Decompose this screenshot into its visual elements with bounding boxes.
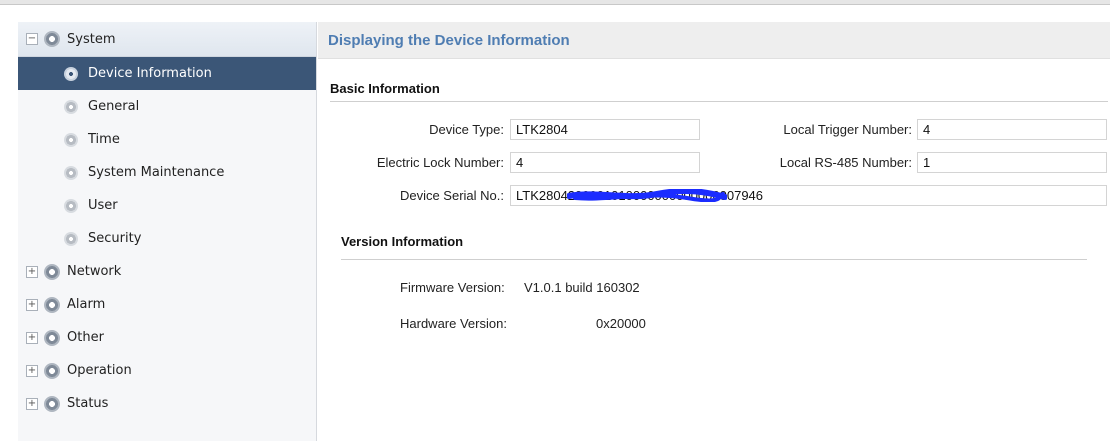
main-panel: Displaying the Device Information Basic …: [318, 22, 1110, 441]
divider: [330, 101, 1108, 102]
sidebar-item-label: System Maintenance: [88, 165, 225, 180]
section-title-version: Version Information: [341, 234, 464, 249]
firmware-version-value: V1.0.1 build 160302: [524, 280, 640, 295]
gear-icon: [64, 66, 78, 81]
device-type-field[interactable]: LTK2804: [510, 119, 700, 140]
local-trigger-field[interactable]: 4: [917, 119, 1107, 140]
electric-lock-field[interactable]: 4: [510, 152, 700, 173]
expand-icon[interactable]: +: [26, 364, 38, 377]
sidebar-item-label: Device Information: [88, 66, 212, 81]
hardware-version-label: Hardware Version:: [400, 316, 507, 331]
tree-node-other[interactable]: + Other: [18, 321, 316, 354]
hardware-version-value: 0x20000: [596, 316, 646, 331]
gear-icon: [64, 198, 78, 213]
tree-node-system[interactable]: − System: [18, 22, 316, 57]
sidebar-item-label: Security: [88, 231, 142, 246]
sidebar-item-general[interactable]: General: [18, 90, 316, 123]
sidebar-nav: − System Device Information General Time…: [18, 22, 317, 441]
electric-lock-label: Electric Lock Number:: [376, 155, 504, 170]
page-title: Displaying the Device Information: [318, 22, 1110, 59]
sidebar-item-security[interactable]: Security: [18, 222, 316, 255]
expand-icon[interactable]: +: [26, 331, 38, 344]
gear-icon: [44, 395, 60, 412]
expand-icon[interactable]: +: [26, 397, 38, 410]
gear-icon: [64, 132, 78, 147]
gear-icon: [44, 329, 60, 346]
tree-node-label: Alarm: [67, 297, 106, 312]
gear-icon: [64, 231, 78, 246]
tree-node-label: Status: [67, 396, 109, 411]
tree-node-label: Network: [67, 264, 122, 279]
sidebar-item-device-information[interactable]: Device Information: [18, 57, 316, 90]
sidebar-item-system-maintenance[interactable]: System Maintenance: [18, 156, 316, 189]
tree-node-label: Other: [67, 330, 104, 345]
tree-node-status[interactable]: + Status: [18, 387, 316, 420]
section-title-basic: Basic Information: [330, 81, 440, 96]
gear-icon: [44, 263, 60, 280]
expand-icon[interactable]: +: [26, 265, 38, 278]
device-serial-field[interactable]: LTK2804209901010000000000000007946: [510, 185, 1107, 206]
sidebar-item-label: User: [88, 198, 118, 213]
tree-node-alarm[interactable]: + Alarm: [18, 288, 316, 321]
top-border: [0, 0, 1110, 5]
sidebar-item-label: Time: [88, 132, 120, 147]
gear-icon: [64, 99, 78, 114]
tree-node-label: System: [67, 31, 116, 47]
local-rs485-label: Local RS-485 Number:: [779, 155, 912, 170]
sidebar-item-user[interactable]: User: [18, 189, 316, 222]
local-trigger-label: Local Trigger Number:: [783, 122, 912, 137]
sidebar-item-time[interactable]: Time: [18, 123, 316, 156]
gear-icon: [44, 31, 60, 47]
tree-node-network[interactable]: + Network: [18, 255, 316, 288]
firmware-version-label: Firmware Version:: [400, 280, 505, 295]
expand-icon[interactable]: +: [26, 298, 38, 311]
local-rs485-field[interactable]: 1: [917, 152, 1107, 173]
gear-icon: [44, 296, 60, 313]
gear-icon: [44, 362, 60, 379]
redaction-scribble: [567, 189, 727, 202]
collapse-icon[interactable]: −: [26, 33, 38, 45]
gear-icon: [64, 165, 78, 180]
divider: [341, 259, 1087, 260]
device-serial-label: Device Serial No.:: [399, 188, 504, 203]
sidebar-item-label: General: [88, 99, 140, 114]
device-type-label: Device Type:: [429, 122, 504, 137]
tree-node-operation[interactable]: + Operation: [18, 354, 316, 387]
tree-node-label: Operation: [67, 363, 132, 378]
